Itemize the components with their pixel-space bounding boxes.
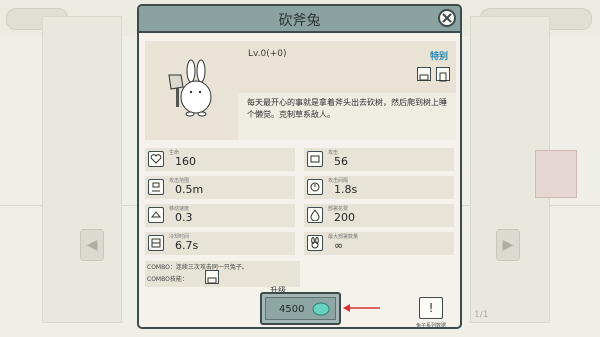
unit-description: 每天最开心的事就是拿着斧头出去砍树，然后爬到树上睡个懒觉。克制草系敌人。 [247, 98, 447, 119]
stat-value: 200 [334, 211, 355, 224]
description-area: 每天最开心的事就是拿着斧头出去砍树，然后爬到树上睡个懒觉。克制草系敌人。 [238, 93, 456, 140]
cooldown-icon [148, 235, 164, 251]
stat-value: 0.3 [175, 211, 193, 224]
stat-value: 1.8s [334, 183, 358, 196]
info-label: 兔子系列数据 [415, 323, 446, 329]
attack-icon [307, 151, 323, 167]
stat-deploy-cost: 部署花费 200 [304, 204, 454, 227]
stat-value: 6.7s [175, 239, 199, 252]
stat-value: 0.5m [175, 183, 204, 196]
attack-type-icon [417, 67, 431, 81]
annotation-arrow-icon [343, 304, 380, 312]
unit-info-panel: Lv.0(+0) 特别 每天最开心的事就是拿着斧头出去砍树，然后爬到树上睡个懒觉… [238, 41, 456, 140]
stat-max-deploy: 最大部署数量 ∞ [304, 232, 454, 255]
dialog-title-bar: 砍斧兔 [139, 6, 460, 33]
upgrade-button-inner: 4500 [265, 297, 336, 320]
stat-hp: 生命 160 [145, 148, 295, 171]
unit-level: Lv.0(+0) [248, 49, 287, 59]
stat-value: 160 [175, 155, 196, 168]
dialog-title: 砍斧兔 [278, 13, 321, 29]
combo-skill-label: COMBO技能： [147, 276, 188, 283]
interval-icon [307, 179, 323, 195]
stat-cooldown: 冷却时间 6.7s [145, 232, 295, 255]
stat-attack: 攻击 56 [304, 148, 454, 171]
info-button[interactable]: ! [419, 297, 443, 319]
speed-icon [148, 207, 164, 223]
stat-value: 56 [334, 155, 348, 168]
gem-icon [312, 302, 330, 316]
upgrade-cost: 4500 [279, 304, 305, 315]
stat-move-speed: 移动速度 0.3 [145, 204, 295, 227]
exclamation-icon: ! [428, 301, 434, 315]
close-icon [442, 13, 452, 23]
unit-detail-dialog: 砍斧兔 Lv.0(+0) 特别 每天最开心的事就是拿着斧头出去砍树，然后爬到树上… [137, 4, 462, 329]
cost-icon [307, 207, 323, 223]
range-icon [148, 179, 164, 195]
stat-value: ∞ [334, 239, 344, 252]
unit-portrait [145, 41, 238, 140]
axe-rabbit-icon [168, 59, 212, 117]
combo-description: COMBO：连续三次攻击同一只兔子。 [147, 264, 248, 271]
stat-interval: 攻击间隔 1.8s [304, 176, 454, 199]
stat-range: 攻击范围 0.5m [145, 176, 295, 199]
target-type-icon [436, 67, 450, 82]
combo-info: COMBO：连续三次攻击同一只兔子。 COMBO技能： [145, 261, 300, 287]
upgrade-button[interactable]: 4500 [260, 292, 341, 325]
max-deploy-icon [307, 235, 323, 251]
combo-skill-icon[interactable] [205, 270, 219, 284]
special-tag: 特别 [429, 52, 448, 62]
close-button[interactable] [438, 9, 456, 27]
heart-icon [148, 151, 164, 167]
